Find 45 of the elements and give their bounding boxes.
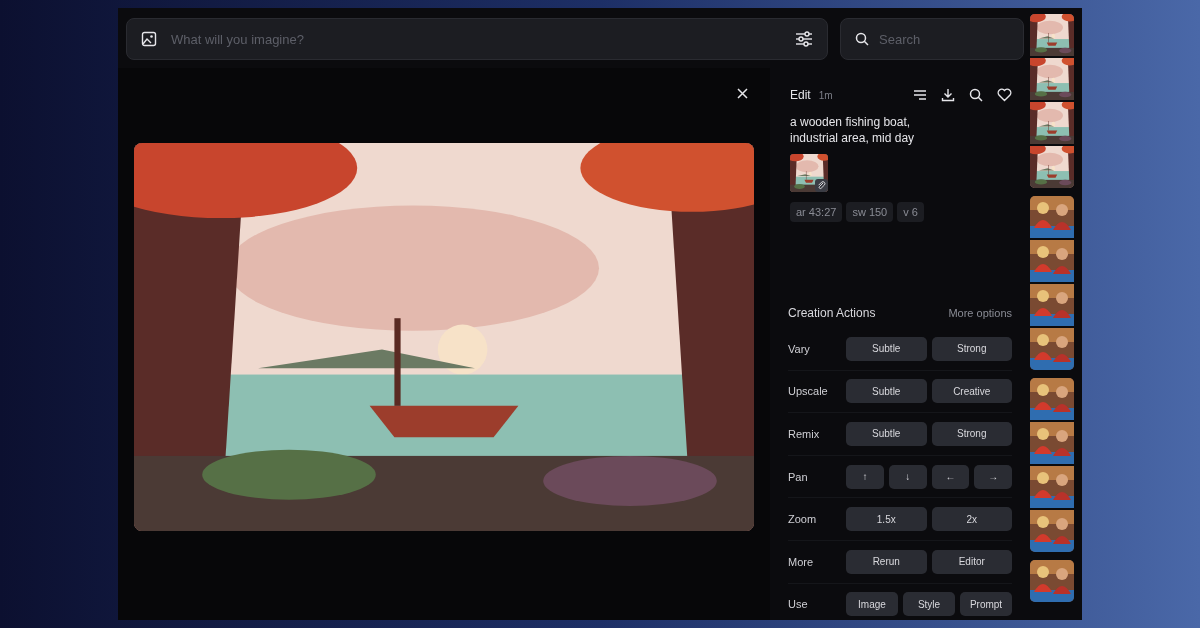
parameter-tag[interactable]: v 6 [897, 202, 924, 222]
action-button[interactable]: Style [903, 592, 955, 617]
age-label: 1m [818, 89, 833, 101]
action-button[interactable]: 1.5x [846, 507, 927, 532]
action-button[interactable]: Creative [931, 379, 1012, 404]
section-title: Creation Actions [788, 306, 876, 320]
action-button[interactable]: Strong [931, 336, 1012, 361]
search-field[interactable]: Search [840, 18, 1024, 60]
action-label: Pan [788, 470, 809, 483]
prompt-text: a wooden fishing boat, industrial area, mid day [790, 114, 916, 146]
menu-icon[interactable] [913, 89, 927, 101]
action-button[interactable]: Prompt [960, 592, 1012, 617]
action-button[interactable]: Subtle [846, 379, 927, 404]
action-button[interactable]: Subtle [846, 336, 927, 361]
action-button[interactable]: ↑ [846, 464, 884, 489]
search-icon[interactable] [969, 88, 983, 102]
action-label: Upscale [788, 385, 829, 398]
heart-icon[interactable] [997, 88, 1012, 102]
prompt-field[interactable]: What will you imagine? [126, 18, 828, 60]
action-label: Use [788, 598, 809, 611]
action-label: Remix [788, 428, 821, 440]
action-button[interactable]: Subtle [846, 422, 927, 446]
settings-icon[interactable] [795, 31, 813, 47]
prompt-input[interactable]: What will you imagine? [169, 30, 783, 48]
action-button[interactable]: Image [846, 592, 898, 617]
action-button[interactable]: ↓ [888, 464, 927, 489]
close-icon [737, 88, 748, 99]
search-icon [855, 32, 869, 46]
download-icon[interactable] [941, 88, 955, 102]
paperclip-icon [815, 179, 828, 192]
image-icon [141, 31, 157, 47]
action-button[interactable]: ← [931, 464, 970, 489]
action-button[interactable]: Editor [931, 549, 1012, 574]
edit-title: Edit [790, 88, 811, 102]
more-options-link[interactable]: More options [948, 307, 1012, 319]
search-input[interactable]: Search [877, 30, 1009, 48]
action-label: Vary [788, 342, 811, 355]
action-button[interactable]: 2x [931, 507, 1012, 532]
action-button[interactable]: Strong [931, 422, 1012, 446]
action-label: More [788, 555, 815, 568]
parameter-tag[interactable]: ar 43:27 [790, 202, 843, 222]
action-label: Zoom [788, 513, 818, 526]
action-button[interactable]: Rerun [846, 549, 927, 574]
parameter-tag[interactable]: sw 150 [846, 202, 894, 222]
action-button[interactable]: → [974, 464, 1012, 489]
